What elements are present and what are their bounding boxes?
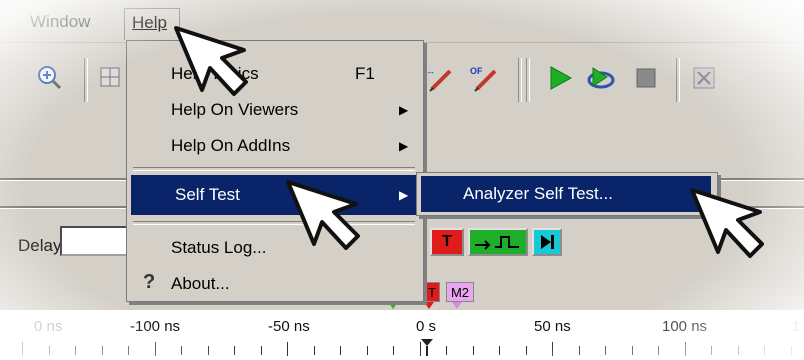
menu-item-about[interactable]: ? About... <box>127 265 423 303</box>
menu-item-label: Self Test <box>175 185 240 204</box>
delay-input[interactable] <box>60 226 130 256</box>
ruler-tick <box>260 346 262 355</box>
ruler-tick <box>631 346 633 355</box>
menu-item-analyzer-self-test[interactable]: Analyzer Self Test... <box>421 176 711 212</box>
toolbar-separator <box>526 58 530 102</box>
submenu-arrow-icon: ▶ <box>399 139 409 153</box>
ruler-tick <box>578 346 580 355</box>
svg-text:OF: OF <box>470 66 483 76</box>
ruler-tick <box>234 346 235 355</box>
pointer-cursor-icon <box>174 26 248 96</box>
stop-icon[interactable] <box>632 64 660 92</box>
pulse-icon <box>475 236 519 250</box>
help-question-icon: ? <box>143 271 156 293</box>
ruler-tick <box>658 346 659 355</box>
ruler-tick <box>525 346 527 355</box>
ruler-tick <box>790 346 792 355</box>
trigger-position-icon <box>421 339 433 356</box>
ruler-tick <box>764 346 765 355</box>
menu-bar: Window Help <box>0 0 804 43</box>
self-test-submenu: Analyzer Self Test... <box>416 172 718 216</box>
trigger-marker-label: T <box>428 284 436 300</box>
m2-marker[interactable]: M2 <box>446 282 474 302</box>
ruler-tick <box>181 346 182 355</box>
menu-item-label: Status Log... <box>171 238 267 257</box>
ruler-tick <box>605 346 606 355</box>
menu-separator <box>133 167 415 171</box>
pointer-cursor-icon <box>286 180 360 250</box>
zoom-in-icon[interactable] <box>34 62 64 92</box>
ruler-tick <box>711 346 712 355</box>
trigger-button[interactable]: T <box>430 228 464 256</box>
menu-separator <box>133 221 415 225</box>
submenu-arrow-icon: ▶ <box>399 188 409 202</box>
ruler-label: 1 <box>792 318 801 335</box>
ruler-tick <box>313 346 315 355</box>
ruler-tick <box>340 346 341 355</box>
ruler-tick <box>207 346 209 355</box>
menu-item-label: Help On AddIns <box>171 136 291 155</box>
ruler-tick <box>393 346 394 355</box>
ruler-tick <box>154 342 156 356</box>
ruler-tick <box>737 346 739 355</box>
menu-item-help-on-addins[interactable]: Help On AddIns ▶ <box>127 127 423 165</box>
ruler-tick <box>472 346 474 355</box>
ruler-tick <box>48 346 50 355</box>
grid-tool-icon[interactable] <box>96 62 124 92</box>
menu-window[interactable]: Window <box>30 12 90 32</box>
menu-item-label: About... <box>171 274 230 293</box>
toolbar-separator <box>676 58 680 102</box>
m2-marker-label: M2 <box>450 284 470 300</box>
ruler-tick <box>22 342 23 356</box>
help-dropdown-menu: Help Topics F1 Help On Viewers ▶ Help On… <box>126 40 424 302</box>
repetitive-run-icon[interactable] <box>584 62 618 94</box>
toolbar-separator <box>84 58 88 102</box>
of-pencil-icon[interactable]: OF <box>468 62 500 94</box>
menu-item-shortcut: F1 <box>355 64 375 83</box>
run-icon[interactable] <box>544 62 576 94</box>
trigger-label: T <box>442 233 452 250</box>
ruler-tick <box>552 342 553 356</box>
ruler-tick <box>684 342 686 356</box>
close-icon[interactable] <box>690 64 718 92</box>
ruler-label: -50 ns <box>268 318 310 335</box>
menu-item-label: Help On Viewers <box>171 100 299 119</box>
menu-item-status-log[interactable]: Status Log... <box>127 229 423 267</box>
ruler-label: 100 ns <box>662 318 708 335</box>
marker-pencil-icon[interactable]: ↔ <box>424 62 454 94</box>
pulse-trigger-button[interactable] <box>468 228 528 256</box>
skip-to-end-button[interactable] <box>532 228 562 256</box>
trigger-marker[interactable]: T <box>424 282 440 302</box>
ruler-label: -100 ns <box>130 318 181 335</box>
skip-end-icon <box>541 235 554 249</box>
ruler-tick <box>499 346 500 355</box>
ruler-label: 0 ns <box>34 318 63 335</box>
delay-label: Delay <box>18 236 62 255</box>
ruler-tick <box>287 342 288 356</box>
toolbar-separator <box>518 58 522 102</box>
ruler-tick <box>75 346 76 355</box>
submenu-arrow-icon: ▶ <box>399 103 409 117</box>
menu-item-self-test[interactable]: Self Test ▶ <box>131 175 417 215</box>
ruler-label: 50 ns <box>534 318 571 335</box>
ruler-tick <box>366 346 368 355</box>
ruler-tick <box>101 346 103 355</box>
ruler-tick <box>128 346 129 355</box>
ruler-label: 0 s <box>416 318 437 335</box>
svg-text:↔: ↔ <box>426 66 435 76</box>
menu-item-label: Analyzer Self Test... <box>463 184 613 203</box>
pointer-cursor-icon <box>690 188 764 258</box>
ruler-tick <box>446 346 447 355</box>
